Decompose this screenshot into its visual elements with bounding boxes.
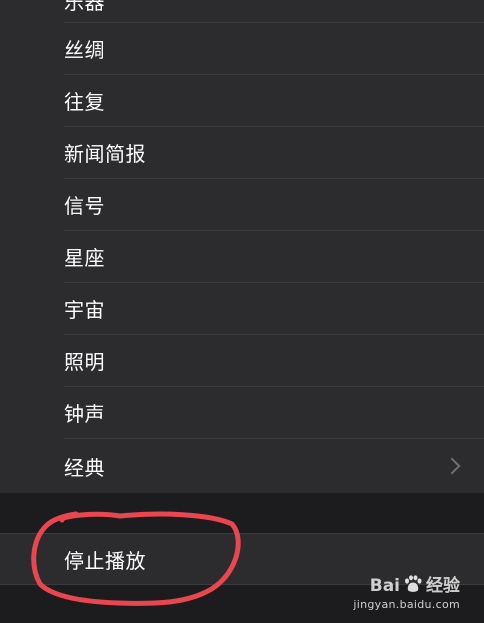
row-separator (64, 438, 484, 439)
sound-list: 乐器 丝绸 往复 新闻简报 信号 星座 宇宙 照明 钟声 经典 (0, 0, 484, 493)
list-item-label: 宇宙 (64, 297, 105, 322)
list-item-label: 照明 (64, 349, 105, 374)
list-item-constellation[interactable]: 星座 (0, 230, 484, 282)
stop-playing-button[interactable]: 停止播放 (0, 533, 484, 585)
list-item-label: 乐器 (64, 0, 105, 14)
list-item-label: 丝绸 (64, 37, 105, 62)
section-gap (0, 493, 484, 533)
list-item-label: 新闻简报 (64, 141, 146, 166)
list-item-illuminate[interactable]: 照明 (0, 334, 484, 386)
list-item-label: 经典 (64, 455, 105, 480)
bottom-background (0, 585, 484, 623)
list-item-news-brief[interactable]: 新闻简报 (0, 126, 484, 178)
list-item-chimes[interactable]: 钟声 (0, 386, 484, 438)
list-item-reciprocate[interactable]: 往复 (0, 74, 484, 126)
list-item-label: 信号 (64, 193, 105, 218)
list-item-cosmos[interactable]: 宇宙 (0, 282, 484, 334)
list-item-label: 星座 (64, 245, 105, 270)
screen: 乐器 丝绸 往复 新闻简报 信号 星座 宇宙 照明 钟声 经典 停止播放 Bai… (0, 0, 484, 623)
chevron-right-icon (443, 457, 461, 475)
list-item-classic[interactable]: 经典 (0, 440, 484, 492)
list-item-label: 钟声 (64, 401, 105, 426)
list-item-label: 往复 (64, 89, 105, 114)
stop-playing-label: 停止播放 (64, 548, 146, 573)
list-item-signal[interactable]: 信号 (0, 178, 484, 230)
list-item-silk[interactable]: 丝绸 (0, 22, 484, 74)
